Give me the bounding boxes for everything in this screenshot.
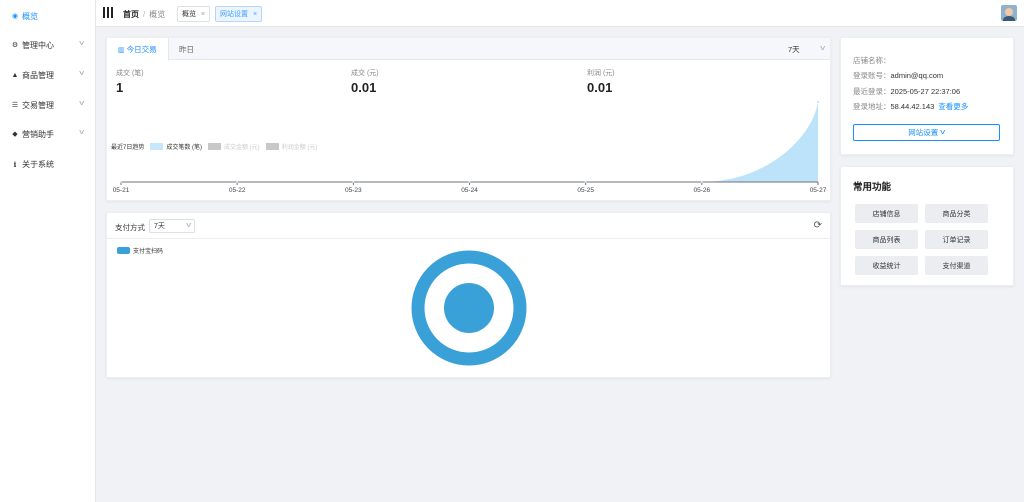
breadcrumb-separator: /: [143, 10, 146, 19]
shop-info-card: 店铺名称： 登录账号：admin@qq.com 最近登录：2025-05-27 …: [840, 37, 1014, 155]
trend-chart: 05-21 05-22 05-23 05-24 05-25 05-26 05-27: [113, 101, 827, 194]
donut-center: [444, 283, 494, 333]
address-value: 58.44.42.143: [890, 102, 935, 111]
address-label: 登录地址：: [853, 102, 891, 111]
site-settings-label: 网站设置: [908, 128, 939, 137]
product-list-button[interactable]: 商品列表: [855, 230, 918, 249]
address-row: 登录地址：58.44.42.143 查看更多: [853, 101, 968, 112]
sidebar-item-label: 交易管理: [22, 100, 54, 110]
sidebar-item-management[interactable]: ⚙ 管理中心 v: [0, 35, 95, 55]
list-icon: ☰: [11, 102, 19, 109]
tab-overview[interactable]: 概览 ×: [177, 6, 211, 22]
account-value: admin@qq.com: [890, 71, 944, 80]
chevron-down-icon: v: [78, 100, 84, 107]
sidebar-item-label: 营销助手: [22, 129, 54, 139]
payment-donut-chart: [411, 250, 527, 366]
trend-title: 最近7日趋势: [111, 144, 145, 151]
product-category-button[interactable]: 商品分类: [925, 204, 988, 223]
revenue-stats-button[interactable]: 收益统计: [855, 256, 918, 275]
legend-swatch: [150, 142, 164, 150]
top-header: 首页 / 概览 概览 × 网站设置 ×: [96, 0, 1024, 27]
last-login-row: 最近登录：2025-05-27 22:37:06: [853, 86, 960, 97]
cubes-icon: ▲: [11, 71, 19, 79]
x-tick-label: 05-27: [810, 187, 827, 194]
breadcrumb-current: 概览: [149, 10, 166, 19]
x-tick-label: 05-22: [229, 187, 246, 194]
sidebar-item-trades[interactable]: ☰ 交易管理 v: [0, 95, 95, 115]
legend-swatch: [265, 142, 279, 150]
gears-icon: ⚙: [11, 42, 19, 49]
x-tick-label: 05-23: [345, 187, 362, 194]
x-tick-label: 05-21: [113, 187, 130, 194]
close-icon[interactable]: ×: [201, 11, 205, 18]
info-icon: i: [13, 159, 17, 169]
sidebar-item-about[interactable]: i 关于系统: [0, 154, 95, 174]
common-functions-card: 常用功能 店铺信息 商品分类 商品列表 订单记录 收益统计 支付渠道: [840, 166, 1014, 286]
chevron-down-icon: v: [78, 70, 84, 77]
breadcrumb-home[interactable]: 首页: [123, 10, 139, 19]
avatar[interactable]: [1001, 5, 1017, 21]
last-login-label: 最近登录：: [853, 87, 891, 96]
legend-item[interactable]: 利润金额 (元): [282, 142, 318, 151]
payment-channel-button[interactable]: 支付渠道: [925, 256, 988, 275]
data-point[interactable]: [700, 181, 703, 183]
tag-icon: ◆: [12, 131, 18, 138]
chevron-down-icon: v: [940, 129, 946, 136]
x-tick-label: 05-26: [694, 187, 711, 194]
tab-label: 网站设置: [220, 11, 248, 18]
account-label: 登录账号：: [853, 71, 891, 80]
account-row: 登录账号：admin@qq.com: [853, 70, 943, 81]
data-point[interactable]: [120, 181, 122, 183]
shop-name-label: 店铺名称：: [853, 56, 891, 65]
data-point[interactable]: [352, 181, 355, 183]
shop-info-button[interactable]: 店铺信息: [855, 204, 918, 223]
breadcrumb: 首页 / 概览: [123, 9, 165, 20]
last-login-value: 2025-05-27 22:37:06: [890, 87, 961, 96]
site-settings-button[interactable]: 网站设置 v: [853, 124, 1000, 141]
data-point[interactable]: [468, 181, 471, 183]
payment-card: 支付方式 7天 v ⟳ 支付宝扫码: [106, 212, 831, 378]
dashboard-icon: ◉: [11, 13, 19, 20]
tab-label: 概览: [182, 11, 196, 18]
close-icon[interactable]: ×: [253, 11, 257, 18]
data-point[interactable]: [584, 181, 587, 183]
sidebar-item-label: 概览: [22, 11, 38, 21]
sidebar-item-label: 管理中心: [22, 40, 54, 50]
sidebar-item-overview[interactable]: ◉ 概览: [0, 6, 95, 26]
legend-item[interactable]: 成交笔数 (笔): [166, 142, 202, 151]
trade-card: ▥ 今日交易 昨日 7天 v 成交 (笔) 1 成交 (元) 0.01 利润 (…: [106, 37, 831, 201]
tab-site-settings[interactable]: 网站设置 ×: [215, 6, 263, 22]
sidebar-item-products[interactable]: ▲ 商品管理 v: [0, 65, 95, 85]
data-point[interactable]: [236, 181, 239, 183]
chevron-down-icon: v: [78, 40, 84, 47]
chart-legend: 最近7日趋势 成交笔数 (笔) 成交金额 (元) 利润金额 (元): [111, 141, 317, 151]
shop-name-row: 店铺名称：: [853, 55, 891, 66]
legend-item[interactable]: 成交金额 (元): [224, 142, 260, 151]
sidebar-item-label: 关于系统: [22, 159, 54, 169]
sidebar-item-marketing[interactable]: ◆ 营销助手 v: [0, 124, 95, 144]
order-records-button[interactable]: 订单记录: [925, 230, 988, 249]
x-tick-label: 05-25: [577, 187, 594, 194]
data-point[interactable]: [817, 101, 819, 103]
x-tick-label: 05-24: [461, 187, 478, 194]
legend-swatch: [208, 142, 222, 150]
chevron-down-icon: v: [78, 129, 84, 136]
menu-toggle-icon[interactable]: [103, 7, 113, 18]
functions-title: 常用功能: [853, 182, 892, 193]
sidebar-item-label: 商品管理: [22, 70, 54, 80]
view-more-link[interactable]: 查看更多: [938, 102, 968, 111]
sidebar: ◉ 概览 ⚙ 管理中心 v ▲ 商品管理 v ☰ 交易管理 v ◆ 营销助手 v…: [0, 0, 96, 502]
